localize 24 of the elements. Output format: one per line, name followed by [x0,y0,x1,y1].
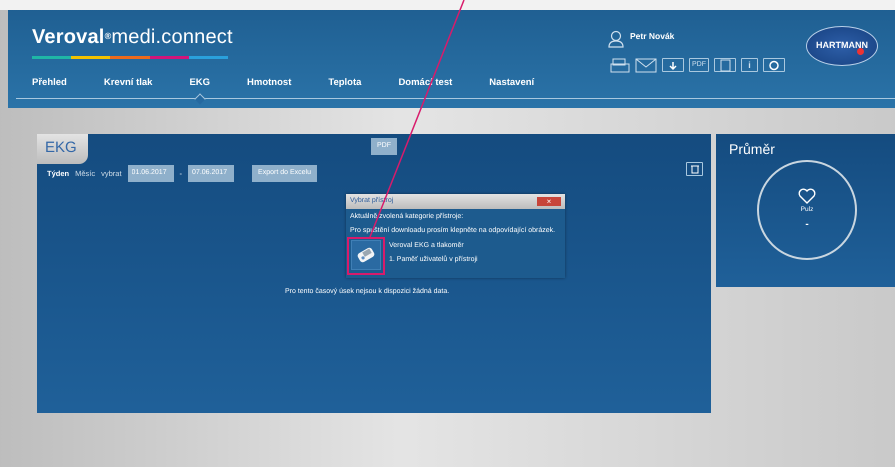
user-icon [608,30,624,48]
trash-icon [690,164,700,174]
info-button[interactable]: i [741,58,758,72]
mail-icon [635,58,657,72]
close-button[interactable]: × [537,197,561,206]
nav-tab[interactable]: Nastavení [489,76,534,106]
download-button[interactable] [662,58,684,72]
device-button[interactable] [351,240,381,270]
delete-button[interactable] [686,162,703,176]
print-icon [610,58,630,72]
nav-tab[interactable]: Přehled [32,76,67,106]
logo-text: Veroval$^{®}$medi.connect [32,25,233,50]
settings-button[interactable] [763,58,785,72]
user-name: Petr Novák [630,30,674,43]
nav-tab[interactable]: Hmotnost [247,76,292,106]
panel-title: Průměr [729,140,775,159]
nav-tab[interactable]: EKG [189,76,210,106]
mail-button[interactable] [635,58,657,72]
nav-tab[interactable]: Krevní tlak [104,76,152,106]
nav-tab[interactable]: Teplota [328,76,362,106]
print-button[interactable] [610,58,630,72]
company-logo: HARTMANN [806,26,878,66]
heart-icon [798,188,816,204]
metric-value: - [805,218,809,232]
